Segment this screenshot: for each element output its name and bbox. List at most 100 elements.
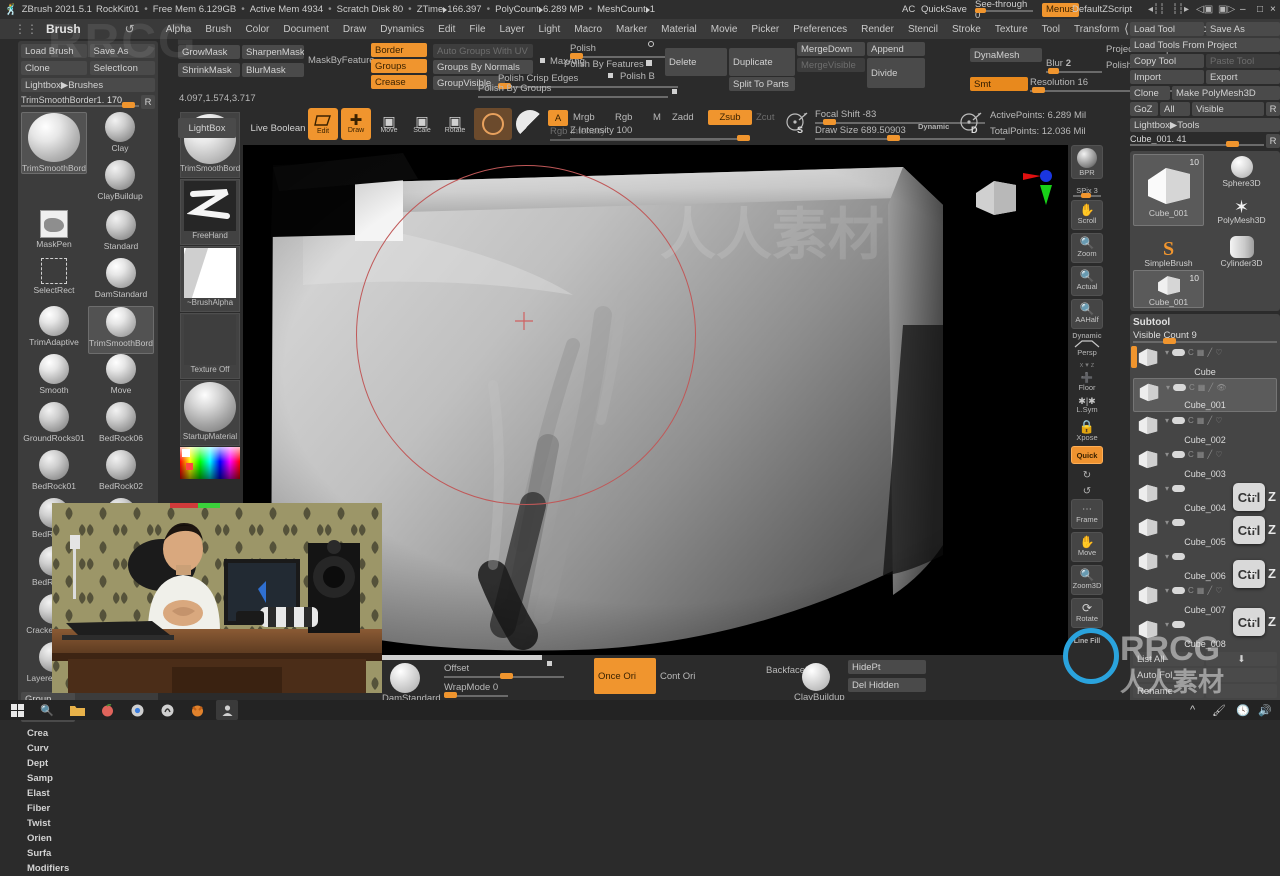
visibility-pill-icon[interactable] xyxy=(1172,587,1186,594)
search-icon[interactable]: 🔍 xyxy=(36,700,58,720)
clock-icon[interactable]: 🕓 xyxy=(1236,704,1250,717)
tool-slider-r-button[interactable]: R xyxy=(1266,134,1280,148)
clone-button[interactable]: Clone xyxy=(21,61,87,75)
brush-item-trimsmoothborder[interactable]: TrimSmoothBord xyxy=(21,112,87,174)
subtool-row-icons[interactable]: ▾ C ▦ ╱ 👁 xyxy=(1166,383,1226,392)
spix-knob[interactable] xyxy=(1081,192,1091,198)
dynamic-label[interactable]: Dynamic xyxy=(918,122,949,131)
brush-item-bedrock02[interactable]: BedRock02 xyxy=(88,450,154,498)
move-button[interactable]: ▣ Move xyxy=(374,108,404,140)
brush-section-elast[interactable]: Elast xyxy=(21,786,155,801)
menu-item-texture[interactable]: Texture xyxy=(988,24,1035,35)
start-icon[interactable] xyxy=(6,700,28,720)
menu-item-layer[interactable]: Layer xyxy=(493,24,532,35)
peach-icon[interactable] xyxy=(96,700,118,720)
save-as-tool-button[interactable]: Save As xyxy=(1206,22,1280,36)
dynamesh-button[interactable]: DynaMesh xyxy=(970,48,1042,62)
rename-button[interactable]: Rename xyxy=(1133,684,1204,698)
chevron-down-icon[interactable]: ▾ xyxy=(1165,518,1169,527)
xpose-button[interactable]: 🔒 Xpose xyxy=(1071,416,1103,446)
brush-size-slider[interactable]: TrimSmoothBorder1. 170 xyxy=(21,95,139,109)
tool-item-cylinder3d[interactable]: Cylinder3D xyxy=(1206,228,1277,268)
color-swatch-primary[interactable] xyxy=(182,449,190,457)
rotate3d-button[interactable]: ⟳ Rotate xyxy=(1071,598,1103,628)
groups-by-normals-button[interactable]: Groups By Normals xyxy=(433,60,533,74)
fox-icon[interactable] xyxy=(186,700,208,720)
persp-button[interactable]: Dynamic Persp xyxy=(1071,332,1103,358)
divide-button[interactable]: Divide xyxy=(867,58,925,88)
wrapmode-slider[interactable]: WrapMode 0 xyxy=(444,682,508,698)
subtool-row-cube002[interactable]: ▾ C ▦ ╱ ♡ Cube_002 xyxy=(1133,412,1277,446)
merge-down-button[interactable]: MergeDown xyxy=(797,42,865,56)
quicksave-button[interactable]: QuickSave xyxy=(921,4,967,15)
rotate-cw-icon-button[interactable]: ↻ xyxy=(1071,467,1103,483)
eye-icon[interactable]: ♡ xyxy=(1215,450,1222,459)
minimize-button[interactable]: – xyxy=(1240,4,1246,15)
paint-icon[interactable]: ╱ xyxy=(1208,383,1213,392)
shrink-mask-button[interactable]: ShrinkMask xyxy=(178,63,240,77)
menu-item-tool[interactable]: Tool xyxy=(1035,24,1067,35)
subtool-row-cube001[interactable]: ▾ C ▦ ╱ 👁 Cube_001 xyxy=(1133,378,1277,412)
refresh-icon[interactable]: ↺ xyxy=(125,22,135,36)
dock-right-icon[interactable]: ▣▷ xyxy=(1218,4,1235,15)
folder-icon[interactable] xyxy=(66,700,88,720)
subtool-row-icons[interactable]: ▾ xyxy=(1165,518,1186,527)
subtool-move-down-button[interactable]: ⬇ xyxy=(1206,652,1277,666)
brush-item-selectrect[interactable]: SelectRect xyxy=(21,258,87,306)
auto-groups-with-uv-button[interactable]: Auto Groups With UV xyxy=(433,44,533,58)
strip-current-stroke[interactable]: FreeHand xyxy=(180,179,240,245)
brush-section-dept[interactable]: Dept xyxy=(21,756,155,771)
visibility-pill-icon[interactable] xyxy=(1172,485,1186,492)
brush-item-trimadaptive[interactable]: TrimAdaptive xyxy=(21,306,87,354)
see-through-knob[interactable] xyxy=(975,7,986,13)
c-icon[interactable]: C xyxy=(1188,348,1194,357)
chrome-icon[interactable] xyxy=(126,700,148,720)
brush-item-claybuildup[interactable]: ClayBuildup xyxy=(87,160,153,208)
subtool-row-cube[interactable]: ▾ C ▦ ╱ ♡ Cube xyxy=(1133,344,1277,378)
brush-section-samp[interactable]: Samp xyxy=(21,771,155,786)
visibility-pill-icon[interactable] xyxy=(1172,519,1186,526)
zoom-button[interactable]: 🔍 Zoom xyxy=(1071,233,1103,263)
visibility-pill-icon[interactable] xyxy=(1172,417,1186,424)
subtool-row-cube003[interactable]: ▾ C ▦ ╱ ♡ Cube_003 xyxy=(1133,446,1277,480)
menu-item-render[interactable]: Render xyxy=(854,24,901,35)
brush-item-trimsmoothborder-2[interactable]: TrimSmoothBord xyxy=(88,306,154,354)
close-button[interactable]: × xyxy=(1270,4,1276,15)
i-icon[interactable]: ▦ xyxy=(1198,383,1206,392)
chevron-down-icon[interactable]: ▾ xyxy=(1165,552,1169,561)
tool-slider-knob[interactable] xyxy=(1226,141,1240,147)
polish-by-groups-slider[interactable]: Polish By Groups xyxy=(478,83,668,98)
dock-left-icon[interactable]: ◁▣ xyxy=(1196,4,1213,15)
chevron-down-icon[interactable]: ▾ xyxy=(1165,620,1169,629)
auto-folder-button[interactable]: Auto Fol xyxy=(1133,668,1204,682)
channel-zcut-button[interactable]: Zcut xyxy=(756,112,774,123)
select-icon-button[interactable]: SelectIcon xyxy=(89,61,155,75)
paint-icon[interactable]: ╱ xyxy=(1207,416,1212,425)
subtool-row-icons[interactable]: ▾ C ▦ ╱ ♡ xyxy=(1165,348,1222,357)
menu-item-preferences[interactable]: Preferences xyxy=(786,24,854,35)
axis-gizmo[interactable] xyxy=(1021,163,1057,209)
channel-rgb-button[interactable]: Rgb xyxy=(615,112,632,123)
tool-item-simplebrush[interactable]: S SimpleBrush xyxy=(1133,228,1204,268)
edit-button[interactable]: Edit xyxy=(308,108,338,140)
visibility-pill-icon[interactable] xyxy=(1172,621,1186,628)
list-all-button[interactable]: List All xyxy=(1133,652,1204,666)
chevron-down-icon[interactable]: ▾ xyxy=(1165,450,1169,459)
goz-button[interactable]: GoZ xyxy=(1130,102,1158,116)
blur-mask-button[interactable]: BlurMask xyxy=(242,63,304,77)
subtool-row-icons[interactable]: ▾ xyxy=(1165,620,1186,629)
menu-item-stroke[interactable]: Stroke xyxy=(945,24,988,35)
channel-a-button[interactable]: A xyxy=(548,110,568,126)
subtool-row-icons[interactable]: ▾ C ▦ ╱ ♡ xyxy=(1165,450,1222,459)
c-icon[interactable]: C xyxy=(1188,450,1194,459)
floor-button[interactable]: ➕ Floor xyxy=(1071,372,1103,394)
subtool-row-icons[interactable]: ▾ C ▦ ╱ ♡ xyxy=(1165,586,1222,595)
brush-item-smooth[interactable]: Smooth xyxy=(21,354,87,402)
brush-item-groundrocks01[interactable]: GroundRocks01 xyxy=(21,402,87,450)
resolution-knob[interactable] xyxy=(1032,87,1045,93)
tool-slider[interactable]: Cube_001. 41 xyxy=(1130,134,1264,148)
next-icon[interactable]: ┆┆▸ xyxy=(1172,4,1189,15)
tool-item-polymesh3d[interactable]: ✶ PolyMesh3D xyxy=(1206,191,1277,225)
channel-zadd-button[interactable]: Zadd xyxy=(672,112,694,123)
load-brush-button[interactable]: Load Brush xyxy=(21,44,87,58)
